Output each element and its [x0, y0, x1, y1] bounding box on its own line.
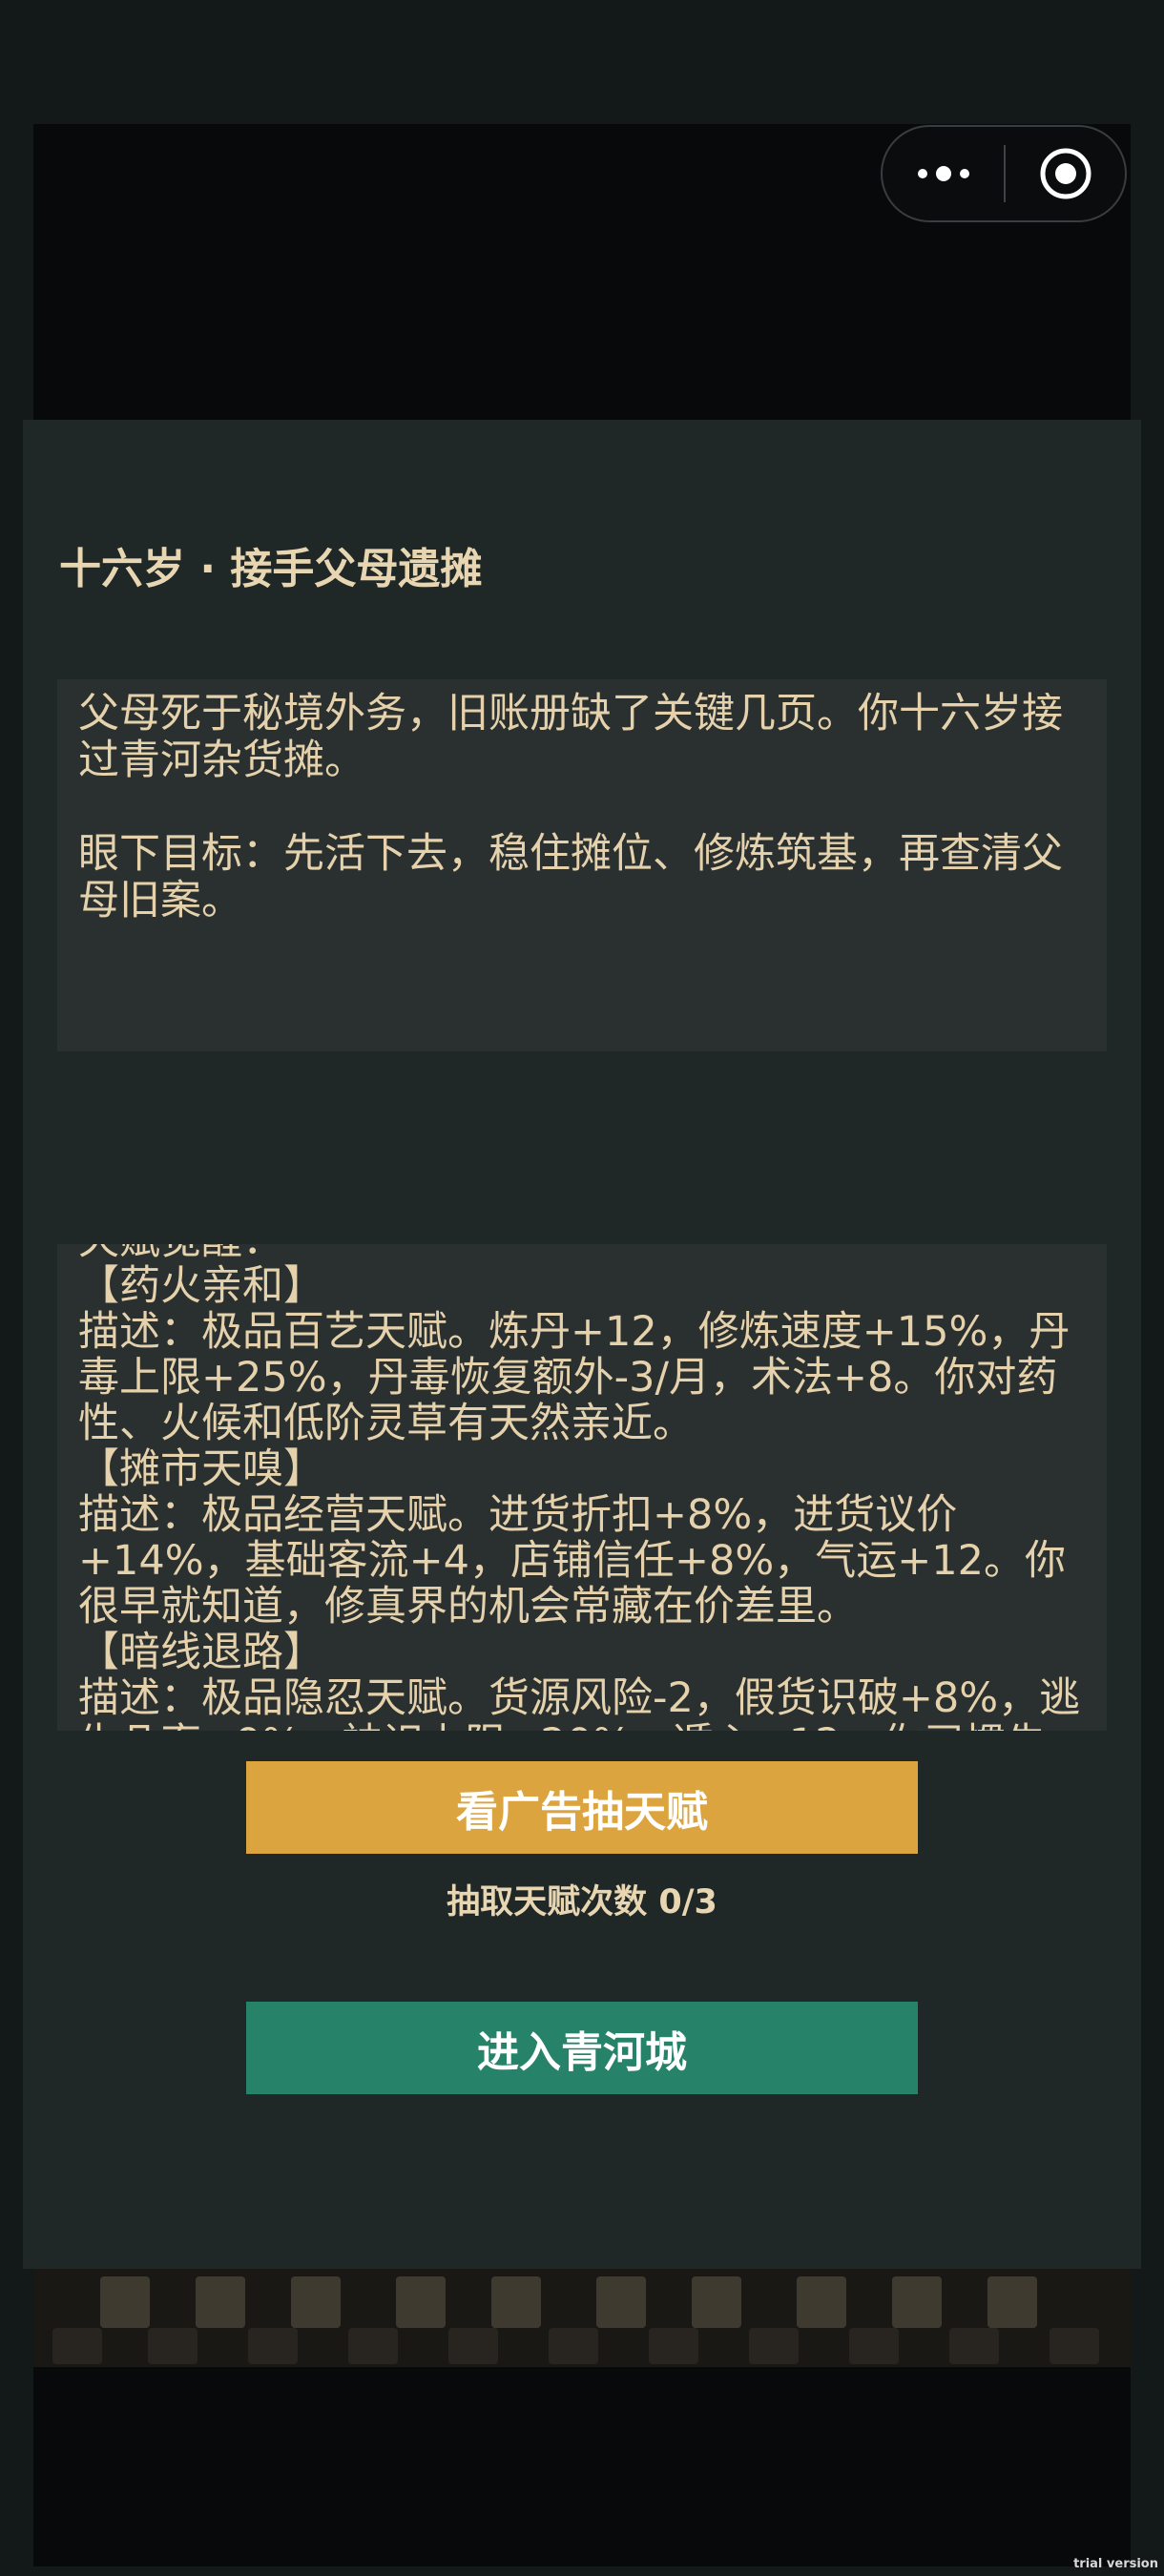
draw-count-label: 抽取天赋次数 0/3: [447, 1883, 717, 1922]
watch-ad-draw-talent-button[interactable]: 看广告抽天赋: [246, 1761, 918, 1854]
enter-city-button[interactable]: 进入青河城: [246, 2002, 918, 2094]
miniprogram-capsule: [881, 125, 1127, 222]
page-title: 十六岁 · 接手父母遗摊: [59, 545, 483, 593]
rooftop-background-art: [33, 2269, 1131, 2367]
more-dots-icon[interactable]: [883, 127, 1004, 220]
talent-text: 天赋觉醒： 【药火亲和】 描述：极品百艺天赋。炼丹+12，修炼速度+15%，丹毒…: [78, 1244, 1081, 1731]
talent-list-scroll[interactable]: 天赋觉醒： 【药火亲和】 描述：极品百艺天赋。炼丹+12，修炼速度+15%，丹毒…: [57, 1244, 1107, 1731]
target-close-icon[interactable]: [1006, 127, 1125, 220]
trial-watermark: trial version: [1073, 2557, 1158, 2571]
story-text: 父母死于秘境外务，旧账册缺了关键几页。你十六岁接过青河杂货摊。 眼下目标：先活下…: [57, 679, 1107, 1051]
